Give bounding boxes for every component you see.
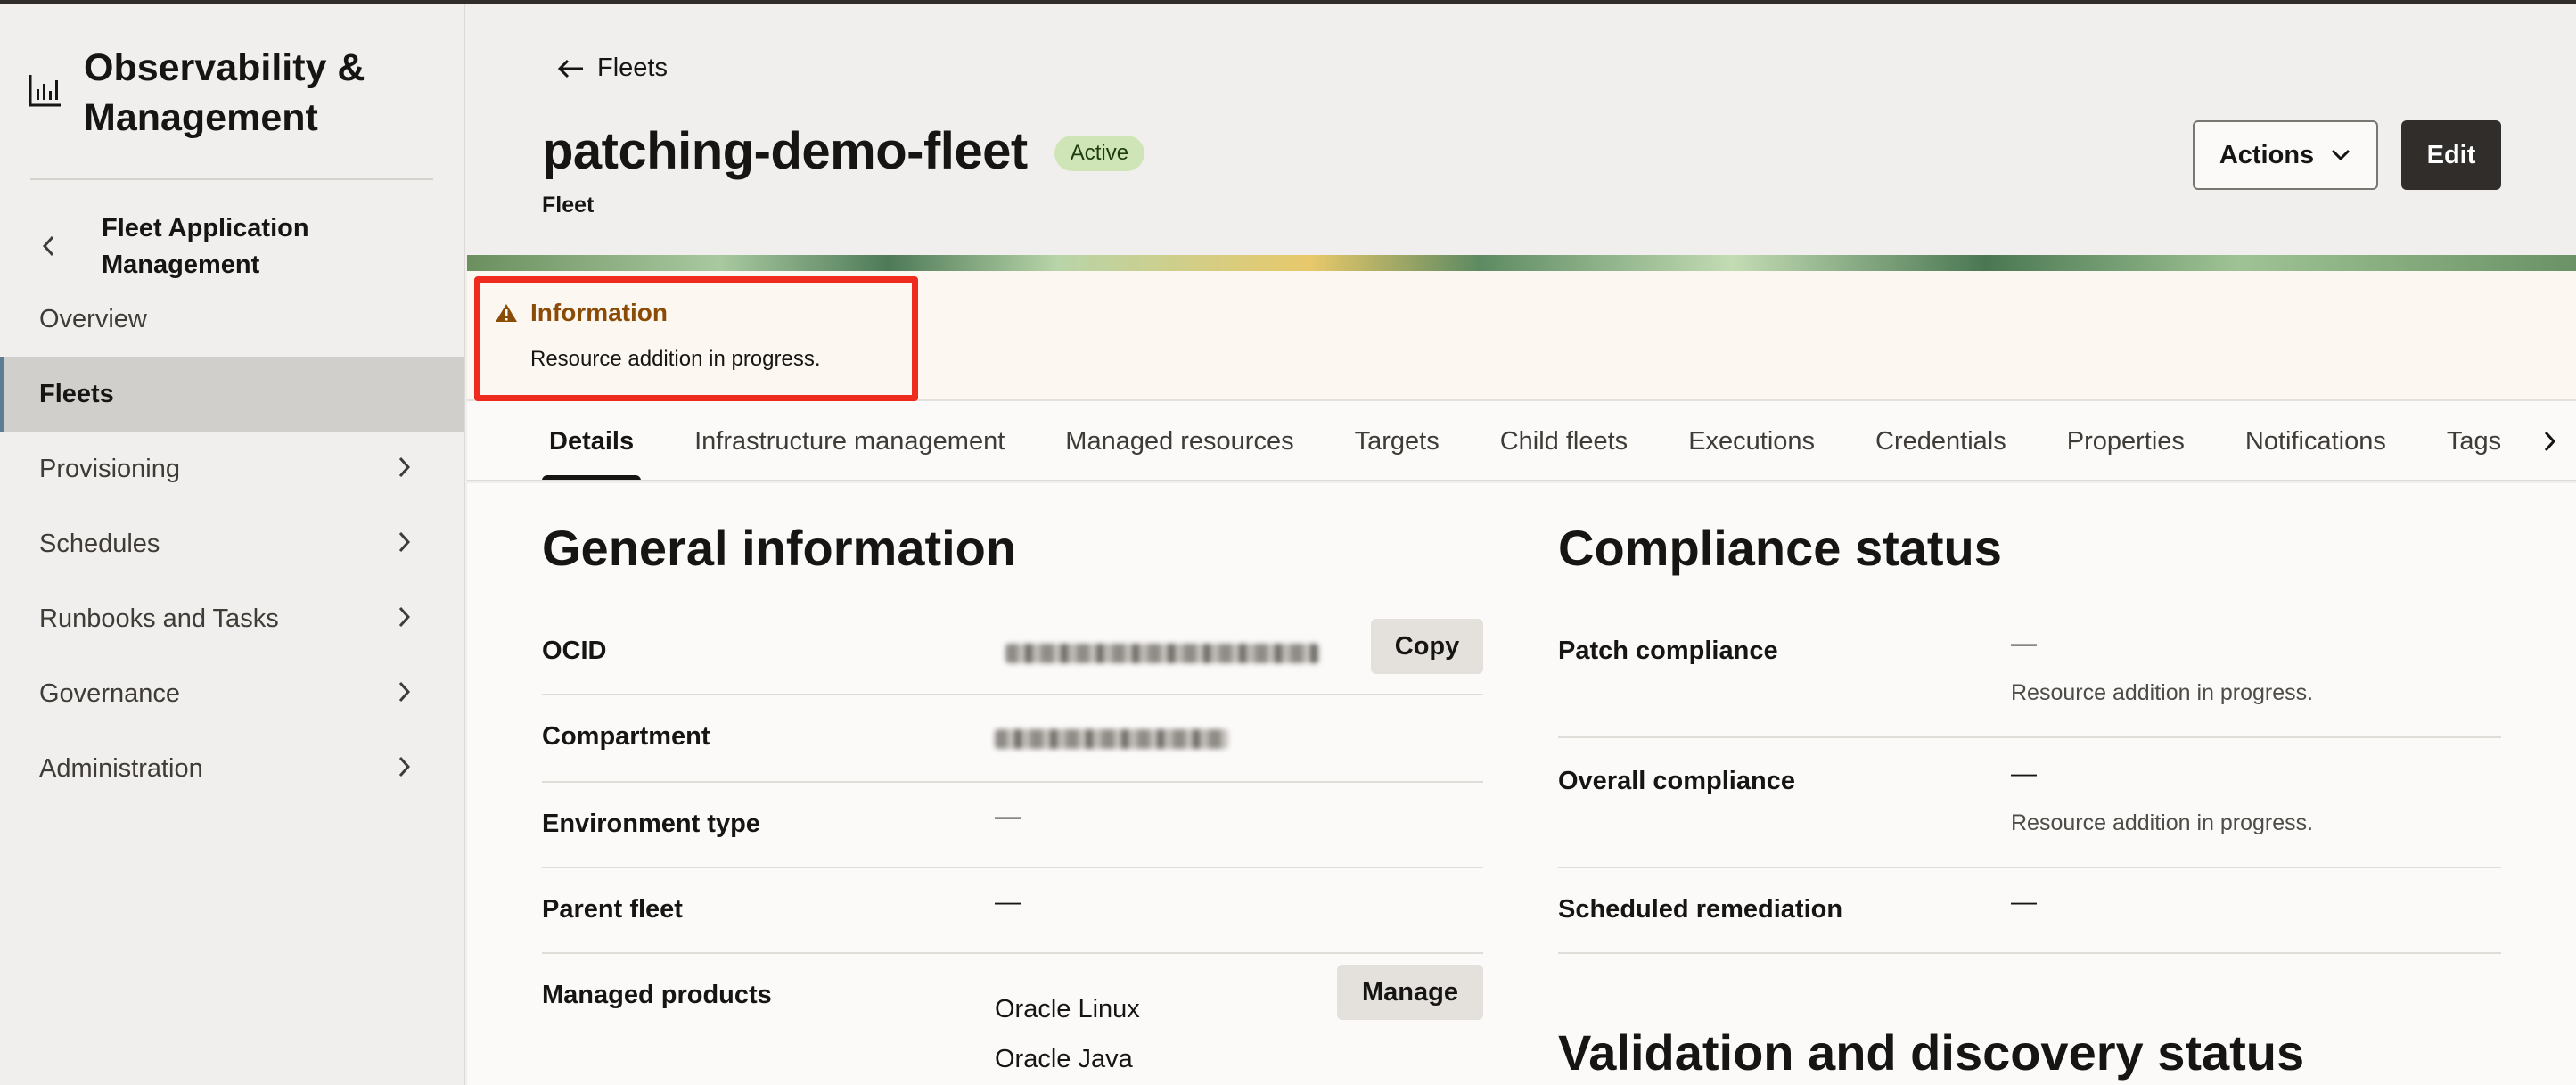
warning-icon: [496, 304, 517, 322]
tab-properties[interactable]: Properties: [2067, 401, 2185, 480]
actions-button[interactable]: Actions: [2193, 120, 2378, 190]
scheduled-remediation-row: Scheduled remediation —: [1558, 868, 2501, 954]
sidebar: Observability & Management Fleet Applica…: [0, 4, 465, 1085]
chevron-right-icon: [398, 605, 415, 632]
sidebar-item-governance[interactable]: Governance: [0, 656, 464, 731]
scheduled-remediation-label: Scheduled remediation: [1558, 895, 1843, 924]
copy-button[interactable]: Copy: [1371, 619, 1483, 674]
sidebar-item-administration[interactable]: Administration: [0, 731, 464, 806]
banner-artwork: [467, 255, 2576, 271]
compartment-value-redacted: [995, 729, 1228, 749]
actions-label: Actions: [2219, 140, 2315, 169]
sidebar-item-label: Schedules: [39, 529, 160, 558]
compliance-title: Compliance status: [1558, 520, 2002, 576]
ocid-label: OCID: [542, 637, 607, 665]
tab-child-fleets[interactable]: Child fleets: [1500, 401, 1628, 480]
page-title: patching-demo-fleet: [542, 122, 1028, 180]
sidebar-item-label: Fleets: [39, 379, 114, 408]
overall-compliance-note: Resource addition in progress.: [2011, 810, 2314, 835]
info-message-bar: Information Resource addition in progres…: [467, 271, 2576, 401]
product-item: Oracle Java: [995, 1045, 1133, 1073]
ocid-row: OCID: [542, 608, 1483, 695]
managed-products-list: Oracle Linux Oracle Java: [995, 984, 1140, 1085]
chevron-right-icon: [2544, 431, 2555, 452]
validation-title: Validation and discovery status: [1558, 1024, 2305, 1081]
tab-scroll-right[interactable]: [2523, 401, 2576, 480]
parent-fleet-label: Parent fleet: [542, 895, 683, 924]
title-row: patching-demo-fleet Active: [542, 121, 1145, 181]
tab-credentials[interactable]: Credentials: [1875, 401, 2006, 480]
sidebar-item-label: Overview: [39, 304, 147, 333]
sidebar-item-provisioning[interactable]: Provisioning: [0, 432, 464, 506]
sidebar-divider: [30, 178, 433, 180]
parent-fleet-row: Parent fleet —: [542, 868, 1483, 954]
info-text: Resource addition in progress.: [530, 347, 821, 371]
chevron-down-icon: [2332, 149, 2350, 161]
overall-compliance-label: Overall compliance: [1558, 767, 1795, 795]
info-title: Information: [530, 299, 668, 326]
patch-compliance-row: Patch compliance — Resource addition in …: [1558, 608, 2501, 738]
environment-value: —: [995, 802, 1021, 831]
tab-bar: Details Infrastructure management Managed …: [467, 401, 2576, 481]
status-badge: Active: [1054, 135, 1145, 171]
chevron-right-icon: [398, 456, 415, 482]
breadcrumb-back[interactable]: Fleets: [556, 53, 668, 83]
ocid-value-redacted: [1005, 644, 1319, 663]
sidebar-item-label: Administration: [39, 753, 203, 783]
sidebar-item-fleets[interactable]: Fleets: [0, 357, 464, 432]
sidebar-item-label: Runbooks and Tasks: [39, 604, 279, 633]
product-item: Oracle Linux: [995, 995, 1140, 1023]
chevron-right-icon: [398, 755, 415, 782]
patch-compliance-note: Resource addition in progress.: [2011, 680, 2314, 705]
info-title-row: Information: [495, 299, 912, 327]
tab-targets[interactable]: Targets: [1355, 401, 1440, 480]
overall-compliance-value-group: — Resource addition in progress.: [2011, 760, 2313, 867]
tab-tags[interactable]: Tags: [2447, 401, 2501, 480]
compartment-label: Compartment: [542, 722, 710, 751]
managed-products-label: Managed products: [542, 981, 772, 1009]
app-header: Observability & Management: [27, 43, 446, 143]
chevron-left-icon[interactable]: [30, 219, 66, 273]
info-message: Information Resource addition in progres…: [474, 276, 918, 401]
tab-managed-resources[interactable]: Managed resources: [1065, 401, 1293, 480]
arrow-left-icon: [557, 59, 583, 78]
manage-button[interactable]: Manage: [1337, 965, 1483, 1020]
patch-compliance-label: Patch compliance: [1558, 637, 1778, 665]
observability-chart-icon: [27, 73, 62, 127]
edit-button[interactable]: Edit: [2401, 120, 2501, 190]
sidebar-section-title: Fleet Application Management: [102, 214, 309, 279]
sidebar-item-label: Provisioning: [39, 454, 180, 483]
environment-row: Environment type —: [542, 783, 1483, 868]
tab-notifications[interactable]: Notifications: [2245, 401, 2386, 480]
environment-label: Environment type: [542, 810, 760, 838]
tab-executions[interactable]: Executions: [1688, 401, 1815, 480]
scheduled-remediation-value: —: [2011, 888, 2037, 916]
sidebar-nav: Overview Fleets Provisioning Schedules Runbo…: [0, 282, 464, 806]
overall-compliance-value: —: [2011, 760, 2037, 788]
chevron-right-icon: [398, 680, 415, 707]
details-panel: General information OCID Copy Compartmen…: [467, 483, 2576, 1085]
main-content: Fleets patching-demo-fleet Active Fleet …: [467, 4, 2576, 1085]
general-info-title: General information: [542, 520, 1017, 576]
overall-compliance-row: Overall compliance — Resource addition i…: [1558, 738, 2501, 868]
parent-fleet-value: —: [995, 888, 1021, 916]
patch-compliance-value: —: [2011, 629, 2037, 658]
page-subtitle: Fleet: [542, 193, 595, 218]
breadcrumb-label[interactable]: Fleets: [597, 53, 668, 83]
sidebar-item-schedules[interactable]: Schedules: [0, 506, 464, 581]
sidebar-back-link[interactable]: Fleet Application Management: [30, 210, 369, 284]
tab-details[interactable]: Details: [541, 401, 642, 480]
app-title: Observability & Management: [84, 46, 365, 139]
compartment-row: Compartment: [542, 695, 1483, 783]
sidebar-item-overview[interactable]: Overview: [0, 282, 464, 357]
sidebar-item-runbooks-and-tasks[interactable]: Runbooks and Tasks: [0, 581, 464, 656]
patch-compliance-value-group: — Resource addition in progress.: [2011, 629, 2313, 736]
chevron-right-icon: [398, 530, 415, 557]
tab-list: Details Infrastructure management Managed …: [541, 401, 2562, 480]
tab-infrastructure-management[interactable]: Infrastructure management: [694, 401, 1005, 480]
sidebar-item-label: Governance: [39, 678, 180, 708]
